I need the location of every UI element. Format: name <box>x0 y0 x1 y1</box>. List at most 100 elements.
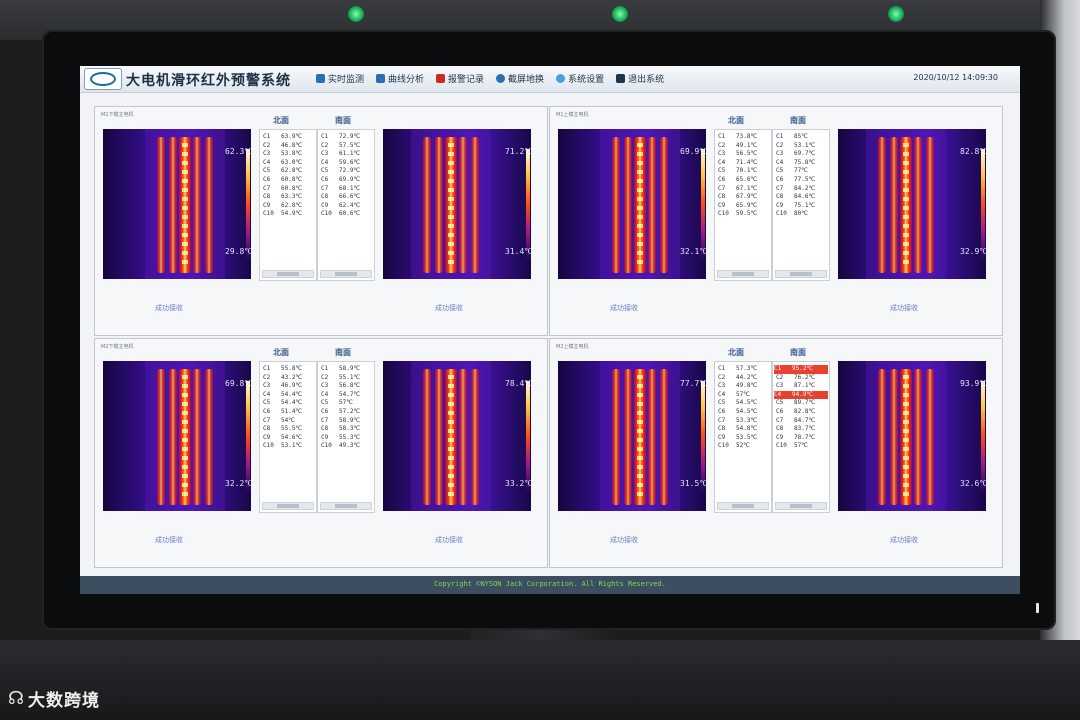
scroll-thumb[interactable] <box>335 272 357 276</box>
list-item[interactable]: C7 84.2℃ <box>776 185 828 194</box>
temperature-list-south[interactable]: C1 85℃ C2 53.1℃ C3 69.7℃ C4 75.8℃ C5 77℃ C6 77.5℃ C7… <box>772 129 830 281</box>
list-item[interactable]: C2 49.1℃ <box>718 142 770 151</box>
list-item[interactable]: C1 63.9℃ <box>263 133 315 142</box>
list-item[interactable]: C5 54.4℃ <box>263 399 315 408</box>
menu-item-4[interactable]: 截屏地换 <box>496 72 544 85</box>
scroll-thumb[interactable] <box>335 504 357 508</box>
list-item[interactable]: C5 57℃ <box>321 399 373 408</box>
list-item[interactable]: C6 65.6℃ <box>718 176 770 185</box>
list-item[interactable]: C10 53.1℃ <box>263 442 315 451</box>
list-item[interactable]: C4 54.7℃ <box>321 391 373 400</box>
scroll-thumb[interactable] <box>732 272 754 276</box>
list-item[interactable]: C1 58.9℃ <box>321 365 373 374</box>
list-item[interactable]: C8 84.6℃ <box>776 193 828 202</box>
list-item[interactable]: C4 63.0℃ <box>263 159 315 168</box>
list-item[interactable]: C8 83.7℃ <box>776 425 828 434</box>
list-item[interactable]: C4 57℃ <box>718 391 770 400</box>
list-item[interactable]: C9 78.7℃ <box>776 434 828 443</box>
list-item[interactable]: C9 53.5℃ <box>718 434 770 443</box>
horizontal-scrollbar[interactable] <box>262 270 314 278</box>
list-item[interactable]: C1 57.3℃ <box>718 365 770 374</box>
list-item[interactable]: C5 62.8℃ <box>263 167 315 176</box>
list-item[interactable]: C3 61.1℃ <box>321 150 373 159</box>
horizontal-scrollbar[interactable] <box>717 270 769 278</box>
temperature-list-north[interactable]: C1 55.8℃ C2 43.2℃ C3 46.9℃ C4 54.4℃ C5 54.4℃ C6 51.… <box>259 361 317 513</box>
list-item[interactable]: C3 49.8℃ <box>718 382 770 391</box>
list-item[interactable]: C1 72.9℃ <box>321 133 373 142</box>
scroll-thumb[interactable] <box>277 504 299 508</box>
list-item[interactable]: C7 60.8℃ <box>263 185 315 194</box>
horizontal-scrollbar[interactable] <box>262 502 314 510</box>
horizontal-scrollbar[interactable] <box>775 270 827 278</box>
list-item[interactable]: C10 49.3℃ <box>321 442 373 451</box>
list-item[interactable]: C1 73.8℃ <box>718 133 770 142</box>
list-item[interactable]: C2 76.2℃ <box>776 374 828 383</box>
list-item[interactable]: C10 52℃ <box>718 442 770 451</box>
thermal-image-north[interactable]: 77.7℃ 31.5℃ <box>558 361 706 511</box>
temperature-list-north[interactable]: C1 63.9℃ C2 46.8℃ C3 53.8℃ C4 63.0℃ C5 62.8℃ C6 60.… <box>259 129 317 281</box>
list-item[interactable]: C3 69.7℃ <box>776 150 828 159</box>
list-item[interactable]: C2 43.2℃ <box>263 374 315 383</box>
list-item[interactable]: C5 54.5℃ <box>718 399 770 408</box>
list-item[interactable]: C2 57.5℃ <box>321 142 373 151</box>
list-item[interactable]: C7 58.9℃ <box>321 417 373 426</box>
list-item[interactable]: C9 75.1℃ <box>776 202 828 211</box>
list-item[interactable]: C5 77℃ <box>776 167 828 176</box>
scroll-thumb[interactable] <box>732 504 754 508</box>
list-item[interactable]: C4 59.6℃ <box>321 159 373 168</box>
temperature-list-south[interactable]: C1 58.9℃ C2 55.1℃ C3 56.8℃ C4 54.7℃ C5 57℃ C6 57.2℃… <box>317 361 375 513</box>
horizontal-scrollbar[interactable] <box>320 270 372 278</box>
thermal-image-south[interactable]: 78.4℃ 33.2℃ <box>383 361 531 511</box>
list-item[interactable]: C5 72.9℃ <box>321 167 373 176</box>
horizontal-scrollbar[interactable] <box>775 502 827 510</box>
menu-item-5[interactable]: 系统设置 <box>556 72 604 85</box>
alarm-row[interactable]: C1 95.2℃ <box>774 365 828 374</box>
scroll-thumb[interactable] <box>790 272 812 276</box>
list-item[interactable]: C8 55.5℃ <box>263 425 315 434</box>
list-item[interactable]: C3 56.8℃ <box>321 382 373 391</box>
menu-item-2[interactable]: 曲线分析 <box>376 72 424 85</box>
list-item[interactable]: C6 69.9℃ <box>321 176 373 185</box>
scroll-thumb[interactable] <box>790 504 812 508</box>
list-item[interactable]: C5 89.7℃ <box>776 399 828 408</box>
list-item[interactable]: C8 67.9℃ <box>718 193 770 202</box>
list-item[interactable]: C10 54.9℃ <box>263 210 315 219</box>
list-item[interactable]: C1 55.8℃ <box>263 365 315 374</box>
list-item[interactable]: C3 53.8℃ <box>263 150 315 159</box>
thermal-image-south[interactable]: 71.2℃ 31.4℃ <box>383 129 531 279</box>
list-item[interactable]: C6 54.5℃ <box>718 408 770 417</box>
list-item[interactable]: C9 62.8℃ <box>263 202 315 211</box>
list-item[interactable]: C6 51.4℃ <box>263 408 315 417</box>
thermal-image-south[interactable]: 82.8℃ 32.9℃ <box>838 129 986 279</box>
list-item[interactable]: C4 71.4℃ <box>718 159 770 168</box>
list-item[interactable]: C4 54.4℃ <box>263 391 315 400</box>
list-item[interactable]: C4 75.8℃ <box>776 159 828 168</box>
list-item[interactable]: C8 63.3℃ <box>263 193 315 202</box>
list-item[interactable]: C8 54.8℃ <box>718 425 770 434</box>
list-item[interactable]: C3 56.5℃ <box>718 150 770 159</box>
list-item[interactable]: C2 46.8℃ <box>263 142 315 151</box>
temperature-list-south[interactable]: C1 72.9℃ C2 57.5℃ C3 61.1℃ C4 59.6℃ C5 72.9℃ C6 69.… <box>317 129 375 281</box>
list-item[interactable]: C9 65.9℃ <box>718 202 770 211</box>
menu-item-6[interactable]: 退出系统 <box>616 72 664 85</box>
alarm-row[interactable]: C4 94.9℃ <box>774 390 828 400</box>
menu-item-3[interactable]: 报警记录 <box>436 72 484 85</box>
list-item[interactable]: C10 80℃ <box>776 210 828 219</box>
list-item[interactable]: C7 68.1℃ <box>321 185 373 194</box>
list-item[interactable]: C1 85℃ <box>776 133 828 142</box>
list-item[interactable]: C9 55.3℃ <box>321 434 373 443</box>
list-item[interactable]: C6 60.8℃ <box>263 176 315 185</box>
list-item[interactable]: C3 46.9℃ <box>263 382 315 391</box>
thermal-image-north[interactable]: 62.3℃ 29.8℃ <box>103 129 251 279</box>
list-item[interactable]: C8 66.6℃ <box>321 193 373 202</box>
list-item[interactable]: C6 57.2℃ <box>321 408 373 417</box>
list-item[interactable]: C2 55.1℃ <box>321 374 373 383</box>
list-item[interactable]: C7 67.1℃ <box>718 185 770 194</box>
list-item[interactable]: C7 84.7℃ <box>776 417 828 426</box>
list-item[interactable]: C2 44.2℃ <box>718 374 770 383</box>
horizontal-scrollbar[interactable] <box>717 502 769 510</box>
list-item[interactable]: C10 60.6℃ <box>321 210 373 219</box>
list-item[interactable]: C9 62.4℃ <box>321 202 373 211</box>
list-item[interactable]: C10 59.5℃ <box>718 210 770 219</box>
list-item[interactable]: C9 54.6℃ <box>263 434 315 443</box>
